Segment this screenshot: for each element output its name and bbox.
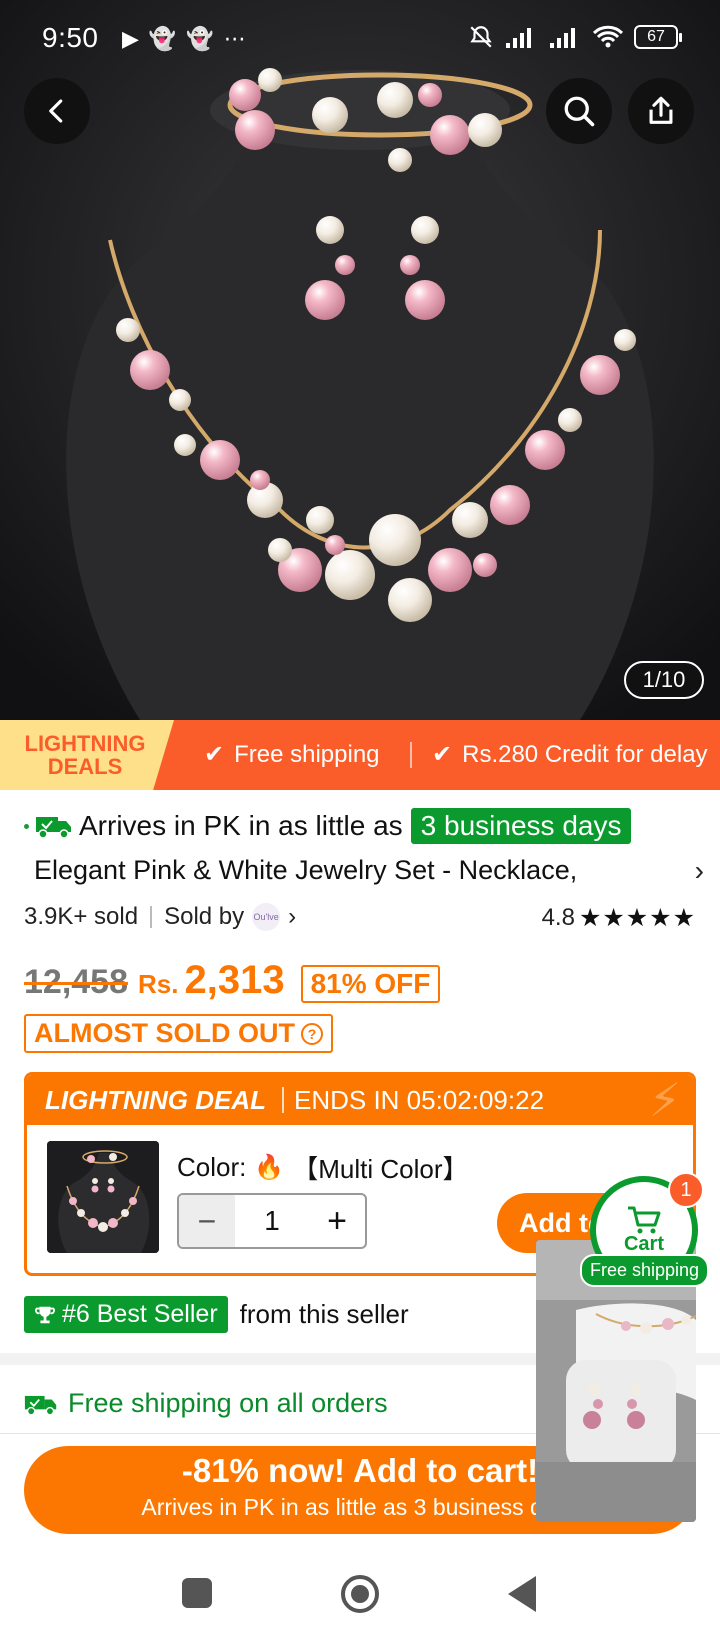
color-label: Color: [177,1152,247,1182]
truck-icon [36,817,71,839]
color-selector[interactable]: Color: 🔥 【Multi Color】 [177,1149,469,1186]
signal-icon [506,28,531,48]
product-thumbnail [47,1141,159,1253]
promo-strip[interactable]: LIGHTNING DEALS ✔ Free shipping ✔ Rs.280… [0,720,720,790]
check-icon: ✔ [432,741,453,768]
wifi-icon [592,25,624,48]
sold-count: 3.9K+ sold [24,903,139,930]
trophy-icon [35,1306,55,1323]
seller-logo[interactable]: Ou'lve [252,903,281,931]
back-button[interactable] [24,78,90,144]
more-notifications-icon: ⋯ [223,26,246,51]
search-button[interactable] [546,78,612,144]
lightning-icon: ⚡ [648,1074,681,1126]
sold-by-label: Sold by [164,903,245,930]
chevron-right-icon: › [694,855,704,886]
share-button[interactable] [628,78,694,144]
battery-indicator: 67 [634,25,682,49]
best-seller-rank: #6 Best Seller [62,1300,218,1328]
product-image-gallery[interactable]: 9:50 ▶ 👻 👻 ⋯ 67 1/10 [0,0,720,720]
system-back-button[interactable] [508,1576,536,1612]
product-photo [0,0,720,720]
stock-status-text: ALMOST SOLD OUT [34,1018,295,1048]
home-button[interactable] [341,1575,379,1613]
snapchat-icon: 👻 [148,26,177,51]
cart-count-badge: 1 [668,1172,704,1208]
deal-label: LIGHTNING DEAL [45,1084,266,1115]
badge-line2: DEALS [47,754,123,779]
status-time: 9:50 [42,22,99,53]
share-icon [649,96,673,124]
deal-countdown: ENDS IN 05:02:09:22 [294,1084,545,1115]
product-meta: 3.9K+ sold Sold by Ou'lve › 4.8 ★★★★★ [24,903,696,937]
cart-free-shipping-badge: Free shipping [580,1254,710,1287]
play-icon: ▶ [122,26,139,51]
rating-stars: ★★★★★ [578,904,696,932]
question-icon: ? [300,1022,323,1045]
signal-icon [550,28,575,48]
flame-icon: 🔥 [254,1154,285,1181]
delivery-days-badge: 3 business days [410,808,632,844]
delivery-estimate: Arrives in PK in as little as 3 business… [24,808,632,844]
free-shipping-text: Free shipping on all orders [68,1388,388,1418]
original-price: 12,458 [24,963,128,1001]
quantity-stepper: − 1 + [177,1193,367,1249]
chevron-right-icon: › [288,903,297,930]
best-seller-row[interactable]: #6 Best Seller from this seller [24,1296,409,1333]
promo-free-shipping-label: Free shipping [234,740,380,768]
quantity-increase-button[interactable]: + [309,1195,365,1247]
cart-icon [628,1206,661,1233]
sales-seller-info[interactable]: 3.9K+ sold Sold by Ou'lve › [24,903,296,931]
snapchat-icon: 👻 [186,26,214,51]
discount-badge: 81% OFF [300,965,441,1003]
bullet-dot [24,823,29,829]
delivery-text: Arrives in PK in as little as [79,810,403,841]
badge-line1: LIGHTNING [24,731,146,756]
quantity-decrease-button[interactable]: − [179,1195,235,1247]
notification-icons: ▶ 👻 👻 ⋯ [122,26,246,52]
promo-free-shipping: ✔ Free shipping [204,740,380,769]
search-icon [564,96,595,127]
promo-delay-credit-label: Rs.280 Credit for delay [462,740,708,768]
promo-delay-credit: ✔ Rs.280 Credit for delay [432,740,708,769]
back-arrow-icon [49,99,63,123]
promo-divider [410,742,412,768]
deal-header: LIGHTNING DEAL ENDS IN 05:02:09:22 ⚡ [27,1074,693,1126]
free-shipping-row[interactable]: Free shipping on all orders [24,1388,388,1419]
system-nav-bar [0,1550,720,1640]
system-status: 67 [468,24,682,50]
recent-apps-button[interactable] [182,1578,212,1608]
truck-icon [24,1395,57,1415]
rating-value: 4.8 [541,904,575,931]
check-icon: ✔ [204,741,225,768]
currency-label: Rs. [138,969,179,999]
product-title-link[interactable]: Elegant Pink & White Jewelry Set - Neckl… [34,855,704,886]
cart-label: Cart [623,1232,664,1255]
price-row: 12,458 Rs. 2,313 81% OFF [24,958,441,1003]
quantity-value[interactable]: 1 [235,1205,309,1237]
current-price: 2,313 [184,958,285,1002]
lightning-deals-badge: LIGHTNING DEALS [0,720,174,790]
best-seller-badge: #6 Best Seller [24,1296,228,1333]
product-title: Elegant Pink & White Jewelry Set - Neckl… [34,855,578,885]
product-rating[interactable]: 4.8 ★★★★★ [542,903,696,933]
mute-icon [470,26,492,48]
status-bar: 9:50 ▶ 👻 👻 ⋯ 67 [0,0,720,78]
stock-status-badge[interactable]: ALMOST SOLD OUT ? [24,1014,333,1053]
color-value: 【Multi Color】 [292,1154,469,1184]
image-counter: 1/10 [624,661,704,699]
best-seller-suffix: from this seller [239,1299,409,1329]
selected-variant-thumbnail[interactable] [47,1141,159,1253]
